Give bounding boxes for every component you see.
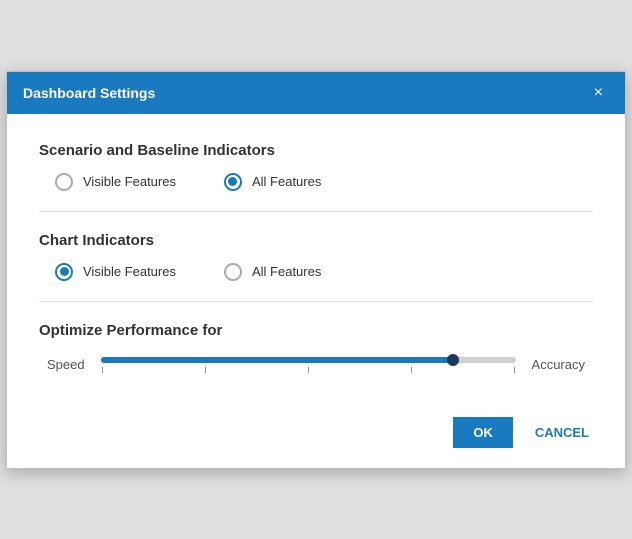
section1-all-features-label: All Features	[252, 174, 321, 189]
ok-button[interactable]: OK	[453, 417, 513, 448]
cancel-button[interactable]: CANCEL	[523, 417, 601, 448]
section-performance: Optimize Performance for Speed	[39, 322, 593, 373]
section-scenario-title: Scenario and Baseline Indicators	[39, 142, 593, 159]
dialog-title: Dashboard Settings	[23, 85, 155, 101]
divider-2	[39, 301, 593, 302]
dialog-footer: OK CANCEL	[7, 405, 625, 468]
tick-2	[205, 367, 206, 373]
section2-visible-features-radio[interactable]	[55, 263, 73, 281]
slider-fill	[101, 357, 454, 363]
section1-visible-features-radio[interactable]	[55, 173, 73, 191]
dialog-body: Scenario and Baseline Indicators Visible…	[7, 114, 625, 405]
section2-visible-features-option[interactable]: Visible Features	[55, 263, 176, 281]
divider-1	[39, 211, 593, 212]
section2-visible-features-label: Visible Features	[83, 264, 176, 279]
speed-label: Speed	[47, 357, 85, 372]
section1-visible-features-label: Visible Features	[83, 174, 176, 189]
section2-all-features-label: All Features	[252, 264, 321, 279]
section-scenario: Scenario and Baseline Indicators Visible…	[39, 142, 593, 191]
section1-radio-group: Visible Features All Features	[55, 173, 593, 191]
section-chart: Chart Indicators Visible Features All Fe…	[39, 232, 593, 281]
section-chart-title: Chart Indicators	[39, 232, 593, 249]
dialog-header: Dashboard Settings ×	[7, 72, 625, 114]
slider-thumb[interactable]	[447, 354, 459, 366]
section1-visible-features-option[interactable]: Visible Features	[55, 173, 176, 191]
slider-container: Speed Accuracy	[39, 357, 593, 373]
section1-all-features-option[interactable]: All Features	[224, 173, 321, 191]
tick-5	[514, 367, 515, 373]
section2-all-features-radio[interactable]	[224, 263, 242, 281]
section1-all-features-radio[interactable]	[224, 173, 242, 191]
tick-3	[308, 367, 309, 373]
dashboard-settings-dialog: Dashboard Settings × Scenario and Baseli…	[6, 71, 626, 469]
section2-all-features-option[interactable]: All Features	[224, 263, 321, 281]
section-performance-title: Optimize Performance for	[39, 322, 593, 339]
slider-ticks	[101, 367, 516, 373]
accuracy-label: Accuracy	[532, 357, 585, 372]
tick-4	[411, 367, 412, 373]
slider-track[interactable]	[101, 357, 516, 363]
tick-1	[102, 367, 103, 373]
section2-radio-group: Visible Features All Features	[55, 263, 593, 281]
slider-wrapper	[101, 357, 516, 373]
close-button[interactable]: ×	[588, 83, 609, 103]
